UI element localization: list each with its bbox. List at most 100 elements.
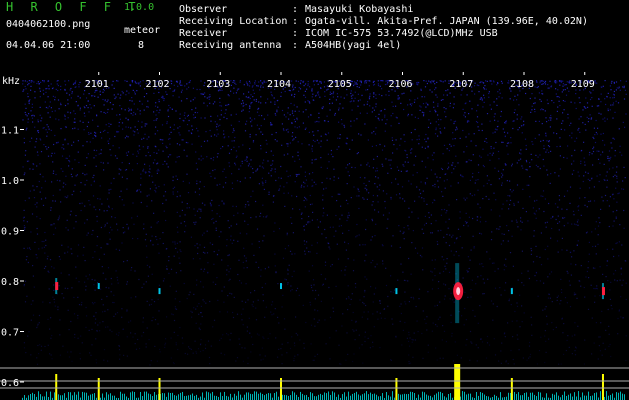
noise-speck bbox=[517, 338, 519, 340]
noise-speck bbox=[496, 228, 498, 230]
noise-speck bbox=[163, 99, 165, 102]
signal-bar bbox=[440, 391, 441, 400]
noise-speck bbox=[37, 325, 39, 327]
noise-speck bbox=[431, 80, 433, 82]
noise-speck bbox=[139, 82, 141, 84]
noise-speck bbox=[324, 264, 327, 266]
observer-label: Observer bbox=[179, 4, 228, 15]
noise-speck bbox=[435, 324, 437, 326]
noise-speck bbox=[401, 186, 404, 188]
noise-speck bbox=[507, 195, 509, 197]
noise-speck bbox=[73, 110, 75, 112]
noise-speck bbox=[331, 93, 333, 95]
noise-speck bbox=[216, 253, 219, 256]
noise-speck bbox=[427, 126, 430, 128]
noise-speck bbox=[602, 342, 604, 344]
noise-speck bbox=[112, 104, 114, 106]
noise-speck bbox=[162, 142, 164, 144]
noise-speck bbox=[146, 256, 148, 258]
noise-speck bbox=[26, 295, 28, 297]
signal-bar bbox=[366, 391, 367, 400]
noise-speck bbox=[151, 320, 153, 322]
noise-speck bbox=[535, 164, 537, 166]
noise-speck bbox=[408, 257, 410, 260]
noise-speck bbox=[96, 149, 98, 152]
noise-speck bbox=[169, 137, 171, 140]
freq-tick-label: 0.8 bbox=[1, 277, 19, 288]
noise-speck bbox=[151, 273, 153, 275]
noise-speck bbox=[496, 98, 498, 100]
noise-speck bbox=[412, 356, 414, 358]
noise-speck bbox=[226, 245, 228, 247]
noise-speck bbox=[116, 157, 118, 159]
noise-speck bbox=[299, 88, 302, 90]
noise-speck bbox=[340, 363, 342, 365]
noise-speck bbox=[363, 198, 365, 200]
noise-speck bbox=[520, 217, 522, 219]
noise-speck bbox=[247, 362, 249, 365]
noise-speck bbox=[599, 336, 601, 338]
noise-speck bbox=[351, 139, 353, 141]
noise-speck bbox=[562, 217, 564, 219]
noise-speck bbox=[322, 194, 324, 196]
noise-speck bbox=[596, 133, 598, 135]
noise-speck bbox=[455, 129, 457, 131]
noise-speck bbox=[588, 118, 590, 120]
noise-speck bbox=[587, 121, 589, 123]
noise-speck bbox=[520, 229, 522, 231]
noise-speck bbox=[372, 194, 374, 197]
noise-speck bbox=[309, 203, 312, 206]
noise-speck bbox=[505, 164, 507, 166]
noise-speck bbox=[466, 269, 468, 271]
signal-bar bbox=[386, 392, 387, 400]
noise-speck bbox=[539, 280, 541, 282]
noise-speck bbox=[597, 225, 600, 227]
noise-speck bbox=[262, 204, 264, 206]
noise-speck bbox=[102, 98, 104, 101]
signal-bar-layer bbox=[22, 364, 625, 400]
noise-speck bbox=[121, 199, 123, 201]
noise-speck bbox=[175, 175, 177, 177]
noise-speck bbox=[427, 157, 429, 159]
noise-speck bbox=[50, 209, 52, 211]
signal-bar bbox=[162, 393, 163, 400]
noise-speck bbox=[262, 133, 264, 135]
observer-colon: : bbox=[292, 4, 299, 15]
noise-speck bbox=[79, 109, 81, 111]
noise-speck bbox=[301, 218, 303, 220]
noise-speck bbox=[408, 228, 410, 230]
noise-speck bbox=[551, 322, 553, 324]
noise-speck bbox=[30, 319, 32, 321]
noise-speck bbox=[351, 293, 353, 295]
noise-speck bbox=[196, 210, 199, 212]
noise-speck bbox=[604, 120, 606, 122]
noise-speck bbox=[487, 154, 489, 156]
noise-speck bbox=[228, 280, 230, 282]
noise-speck bbox=[482, 293, 484, 295]
noise-speck bbox=[398, 122, 400, 124]
signal-bar bbox=[430, 395, 431, 400]
noise-speck bbox=[568, 90, 570, 92]
signal-bar bbox=[402, 394, 403, 400]
noise-speck bbox=[176, 80, 178, 82]
noise-speck bbox=[567, 222, 569, 224]
noise-speck bbox=[169, 143, 171, 145]
noise-speck bbox=[51, 334, 53, 337]
noise-speck bbox=[104, 310, 106, 312]
noise-speck bbox=[179, 301, 181, 303]
noise-speck bbox=[375, 287, 377, 289]
noise-speck bbox=[181, 89, 183, 91]
noise-speck bbox=[242, 213, 244, 215]
noise-speck bbox=[121, 108, 123, 110]
meteor-echo-core bbox=[456, 287, 461, 296]
noise-speck bbox=[147, 147, 149, 149]
noise-speck bbox=[610, 281, 612, 283]
noise-speck bbox=[224, 354, 226, 356]
signal-bar bbox=[584, 395, 585, 400]
noise-speck bbox=[497, 91, 499, 93]
noise-speck bbox=[544, 82, 546, 84]
noise-speck bbox=[188, 182, 190, 184]
noise-speck bbox=[413, 298, 415, 300]
noise-speck bbox=[391, 139, 394, 141]
noise-speck bbox=[501, 208, 503, 210]
